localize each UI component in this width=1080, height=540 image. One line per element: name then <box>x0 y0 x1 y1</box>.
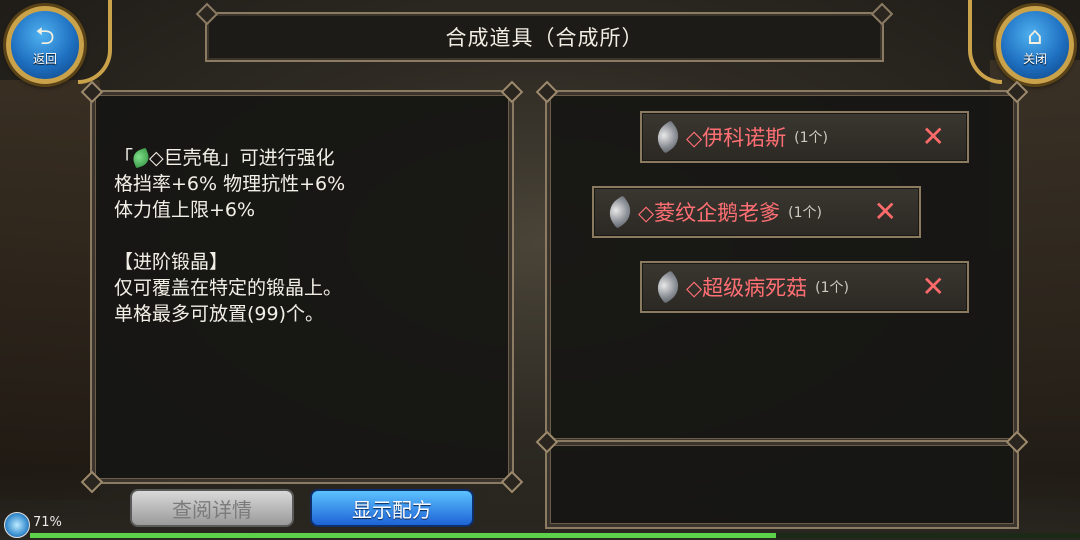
ingredient-name: ◇伊科诺斯 <box>686 126 787 150</box>
description-line: 格挡率+6% 物理抗性+6% <box>114 173 346 195</box>
panel-corner <box>500 80 524 104</box>
close-button-label: 关闭 <box>1022 51 1047 66</box>
progress-bar-fill <box>30 533 776 538</box>
description-line: 【进阶锻晶】 <box>114 251 229 273</box>
page-title: 合成道具（合成所） <box>445 26 644 50</box>
ingredient-row[interactable]: ◇伊科诺斯 (1个) ✕ <box>640 111 969 163</box>
description-line <box>114 223 345 249</box>
ingredient-row[interactable]: ◇超级病死菇 (1个) ✕ <box>640 261 969 313</box>
view-details-button[interactable]: 查阅详情 <box>130 489 294 527</box>
home-icon: ⌂ <box>1027 21 1043 50</box>
result-panel <box>535 430 1029 529</box>
description-line: 单格最多可放置(99)个。 <box>114 303 325 325</box>
remove-icon[interactable]: ✕ <box>874 198 897 226</box>
description-line: 体力值上限+6% <box>114 199 256 221</box>
crystal-icon <box>603 195 637 229</box>
description-line: 「 ◇巨壳龟」可进行强化 <box>114 145 345 171</box>
title-bar: 合成道具（合成所） <box>205 12 884 62</box>
crystal-icon <box>651 120 685 154</box>
show-recipe-button[interactable]: 显示配方 <box>310 489 474 527</box>
ingredient-name: ◇菱纹企鹅老爹 <box>638 201 781 225</box>
description-suffix: ◇巨壳龟」可进行强化 <box>149 147 335 169</box>
close-button[interactable]: ⌂ 关闭 <box>996 6 1074 84</box>
ingredient-name: ◇超级病死菇 <box>686 276 808 300</box>
background-shelf-left <box>0 80 100 500</box>
battery-percent: 71% <box>33 515 62 530</box>
ingredient-count: (1个) <box>794 130 828 146</box>
ingredient-count: (1个) <box>788 205 822 221</box>
back-button[interactable]: ⮌ 返回 <box>6 6 84 84</box>
crystal-icon <box>651 270 685 304</box>
ingredient-row[interactable]: ◇菱纹企鹅老爹 (1个) ✕ <box>592 186 921 238</box>
panel-corner <box>535 80 559 104</box>
back-button-label: 返回 <box>32 51 57 66</box>
remove-icon[interactable]: ✕ <box>922 273 945 301</box>
progress-bar <box>30 533 1080 538</box>
item-description: 「 ◇巨壳龟」可进行强化 格挡率+6% 物理抗性+6% 体力值上限+6% 【进阶锻… <box>114 145 345 327</box>
back-arrow-icon: ⮌ <box>35 21 55 50</box>
item-description-panel: 「 ◇巨壳龟」可进行强化 格挡率+6% 物理抗性+6% 体力值上限+6% 【进阶锻… <box>80 80 524 494</box>
description-line: 仅可覆盖在特定的锻晶上。 <box>114 277 343 299</box>
battery-icon <box>4 512 30 538</box>
description-prefix: 「 <box>114 147 134 169</box>
remove-icon[interactable]: ✕ <box>922 123 945 151</box>
ingredient-count: (1个) <box>815 280 849 296</box>
